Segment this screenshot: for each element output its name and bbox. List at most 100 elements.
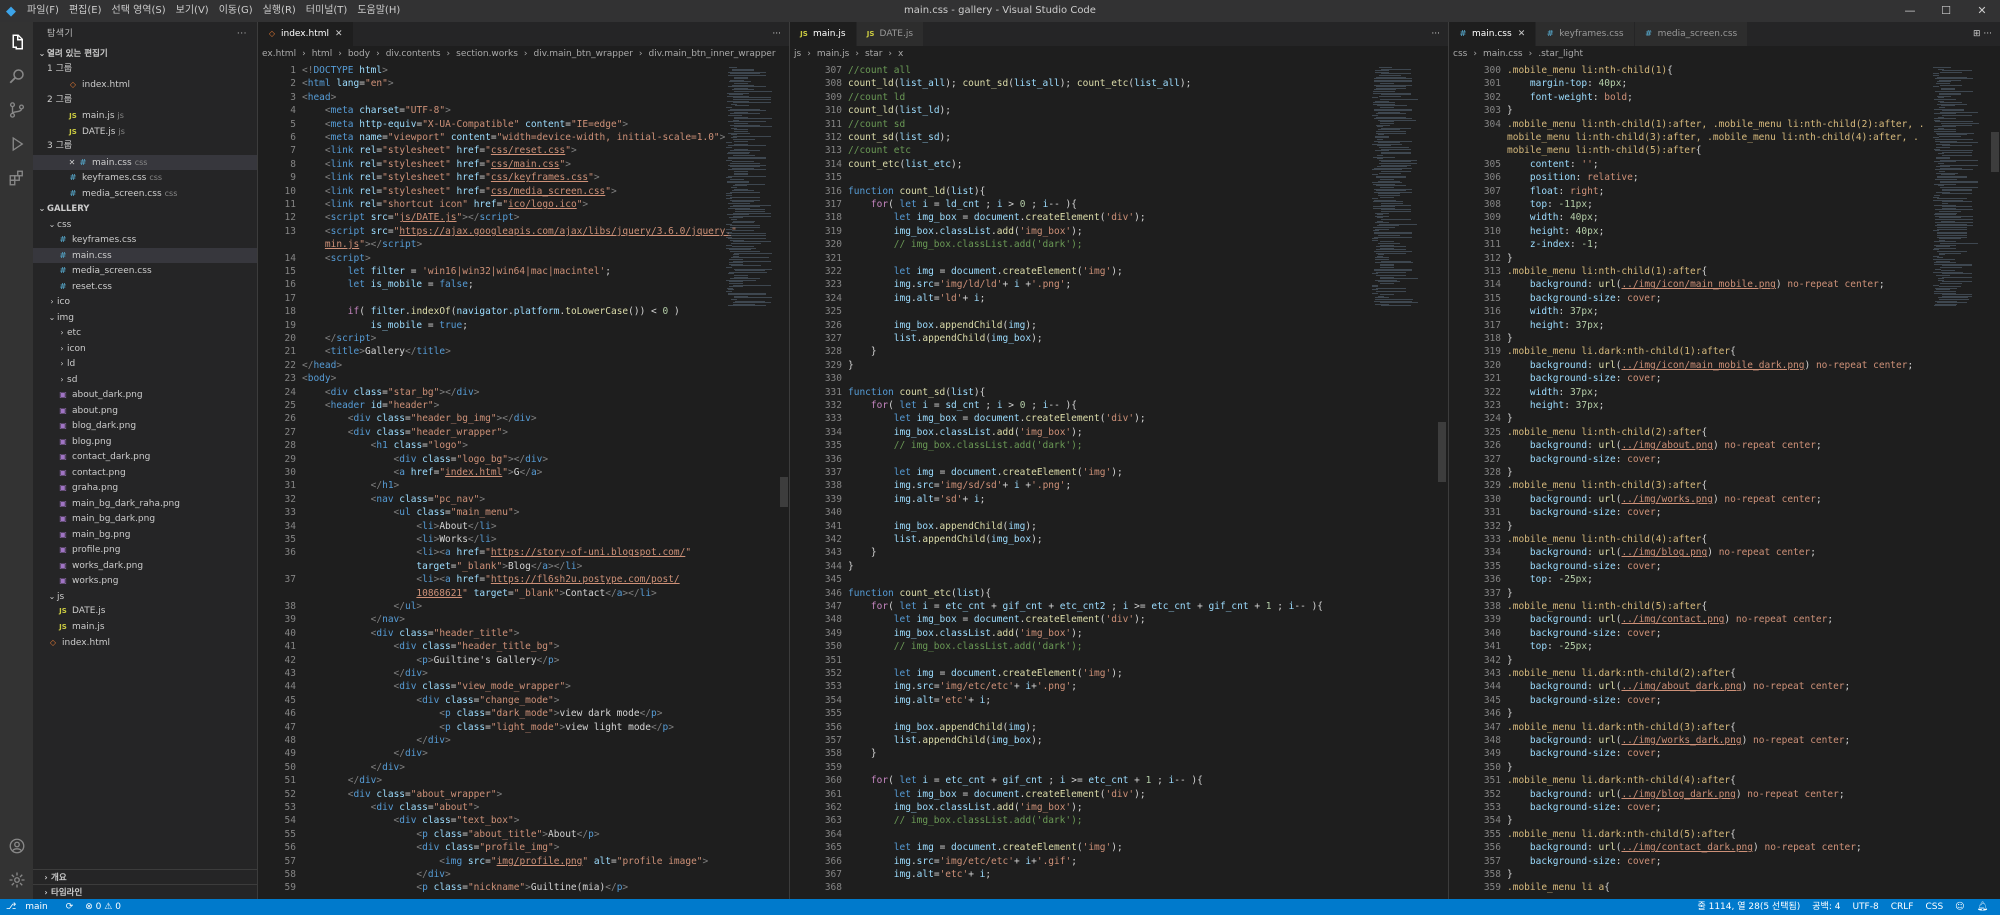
run-debug-icon[interactable] [0,128,33,160]
breadcrumb-item[interactable]: div.main_btn_wrapper [534,49,633,59]
chevron-right-icon[interactable]: › [57,356,67,372]
tree-item[interactable]: › ld [33,356,257,372]
minimap[interactable] [1933,63,1995,899]
language-mode[interactable]: CSS [1919,899,1949,915]
menu-item[interactable]: 파일(F) [22,0,64,22]
chevron-down-icon[interactable]: ⌄ [37,46,47,62]
breadcrumb-item[interactable]: js [794,49,801,59]
editor-tab[interactable]: JS DATE.js [856,22,925,46]
editor-tab[interactable]: # keyframes.css [1536,22,1635,46]
editor-tab[interactable]: # main.css ✕ [1449,22,1537,46]
menu-item[interactable]: 보기(V) [171,0,214,22]
scrollbar-thumb[interactable] [780,477,788,507]
maximize-icon[interactable]: ☐ [1928,0,1964,22]
problems-indicator[interactable]: ⊗ 0 ⚠ 0 [79,899,127,915]
breadcrumb-item[interactable]: section.works [456,49,518,59]
tree-item[interactable]: # reset.css [33,279,257,295]
menu-item[interactable]: 이동(G) [214,0,258,22]
editor-tab[interactable]: ◇ index.html ✕ [258,22,354,46]
editor-tab[interactable]: JS main.js [790,22,857,46]
tree-item[interactable]: ✕ # main.css css [33,154,257,170]
tree-item[interactable]: 2 그룹 [33,93,257,109]
close-icon[interactable]: ✕ [1518,29,1526,39]
breadcrumb-item[interactable]: ex.html [262,49,296,59]
tree-item[interactable]: ▣ works_dark.png [33,558,257,574]
tree-item[interactable]: ⌄ js [33,589,257,605]
editor-tab[interactable]: # media_screen.css [1634,22,1749,46]
chevron-right-icon[interactable]: › [57,372,67,388]
search-icon[interactable] [0,60,33,92]
chevron-down-icon[interactable]: ⌄ [47,217,57,233]
tree-item[interactable]: ⌄ css [33,217,257,233]
minimap[interactable] [726,63,788,899]
tree-item[interactable]: ▣ main_bg_dark_raha.png [33,496,257,512]
panel-header-timeline[interactable]: › 타임라인 [33,884,257,899]
menu-item[interactable]: 실행(R) [258,0,301,22]
branch-indicator[interactable]: ⎇ main [0,899,60,915]
encoding[interactable]: UTF-8 [1846,899,1884,915]
tree-item[interactable]: ▣ main_bg_dark.png [33,511,257,527]
editor-more-icon[interactable]: ··· [1431,22,1440,46]
chevron-right-icon[interactable]: › [47,294,57,310]
chevron-right-icon[interactable]: › [57,341,67,357]
menu-item[interactable]: 선택 영역(S) [107,0,171,22]
menu-item[interactable]: 도움말(H) [352,0,405,22]
breadcrumb-item[interactable]: star [865,49,882,59]
feedback-icon[interactable]: ☺ [1949,899,1970,915]
tree-item[interactable]: ◇ index.html [33,77,257,93]
tree-item[interactable]: ▣ about.png [33,403,257,419]
menu-item[interactable]: 편집(E) [64,0,107,22]
tree-item[interactable]: ▣ profile.png [33,542,257,558]
tree-item[interactable]: # media_screen.css css [33,186,257,202]
cursor-position[interactable]: 줄 1114, 열 28(5 선택됨) [1691,899,1806,915]
tree-item[interactable]: ⌄ img [33,310,257,326]
tree-item[interactable]: ▣ contact_dark.png [33,449,257,465]
chevron-down-icon[interactable]: ⌄ [37,201,47,217]
code-area[interactable]: 307 //count all 308 count_ld(list_all); cou… [790,63,1448,899]
tree-item[interactable]: # main.css [33,247,257,263]
source-control-icon[interactable] [0,94,33,126]
tree-item[interactable]: JS main.js [33,620,257,636]
settings-gear-icon[interactable] [0,864,33,896]
minimize-icon[interactable]: — [1892,0,1928,22]
tree-item[interactable]: # media_screen.css [33,263,257,279]
code-area[interactable]: 1 <!DOCTYPE html> 2 <html lang="en"> 3 <head>… [258,63,789,899]
notifications-icon[interactable]: 🔔︎ [1971,899,1994,915]
line-ending[interactable]: CRLF [1885,899,1920,915]
tree-item[interactable]: # keyframes.css [33,232,257,248]
breadcrumb-item[interactable]: html [312,49,333,59]
chevron-right-icon[interactable]: › [57,325,67,341]
panel-header-outline[interactable]: › 개요 [33,869,257,884]
breadcrumb-item[interactable]: main.css [1483,49,1523,59]
scrollbar-thumb[interactable] [1438,422,1446,482]
tree-item[interactable]: JS DATE.js [33,604,257,620]
tree-item[interactable]: ▣ graha.png [33,480,257,496]
breadcrumb-item[interactable]: css [1453,49,1467,59]
tree-item[interactable]: # keyframes.css css [33,170,257,186]
breadcrumb-item[interactable]: body [348,49,370,59]
tree-item[interactable]: › etc [33,325,257,341]
account-icon[interactable] [0,830,33,862]
tree-item[interactable]: ▣ works.png [33,573,257,589]
tree-item[interactable]: › icon [33,341,257,357]
tree-item[interactable]: JS main.js js [33,108,257,124]
tree-item[interactable]: 1 그룹 [33,62,257,78]
tree-item[interactable]: ▣ blog.png [33,434,257,450]
more-actions-icon[interactable]: ··· [237,22,247,46]
breadcrumb-item[interactable]: .star_light [1538,49,1583,59]
tree-item[interactable]: ▣ blog_dark.png [33,418,257,434]
code-area[interactable]: 300 .mobile_menu li:nth-child(1){301 marg… [1449,63,2000,899]
editor-more-icon[interactable]: ··· [772,22,781,46]
tree-item[interactable]: ◇ index.html [33,635,257,651]
indentation[interactable]: 공백: 4 [1806,899,1846,915]
tree-item[interactable]: ⌄ GALLERY [33,201,257,217]
tree-item[interactable]: › sd [33,372,257,388]
minimap[interactable] [1372,63,1434,899]
scrollbar-thumb[interactable] [1991,132,1999,172]
breadcrumb-item[interactable]: x [898,49,903,59]
chevron-down-icon[interactable]: ⌄ [47,310,57,326]
extensions-icon[interactable] [0,162,33,194]
breadcrumb-item[interactable]: main.js [817,49,850,59]
tree-item[interactable]: JS DATE.js js [33,124,257,140]
tree-item[interactable]: ⌄ 열려 있는 편집기 [33,46,257,62]
